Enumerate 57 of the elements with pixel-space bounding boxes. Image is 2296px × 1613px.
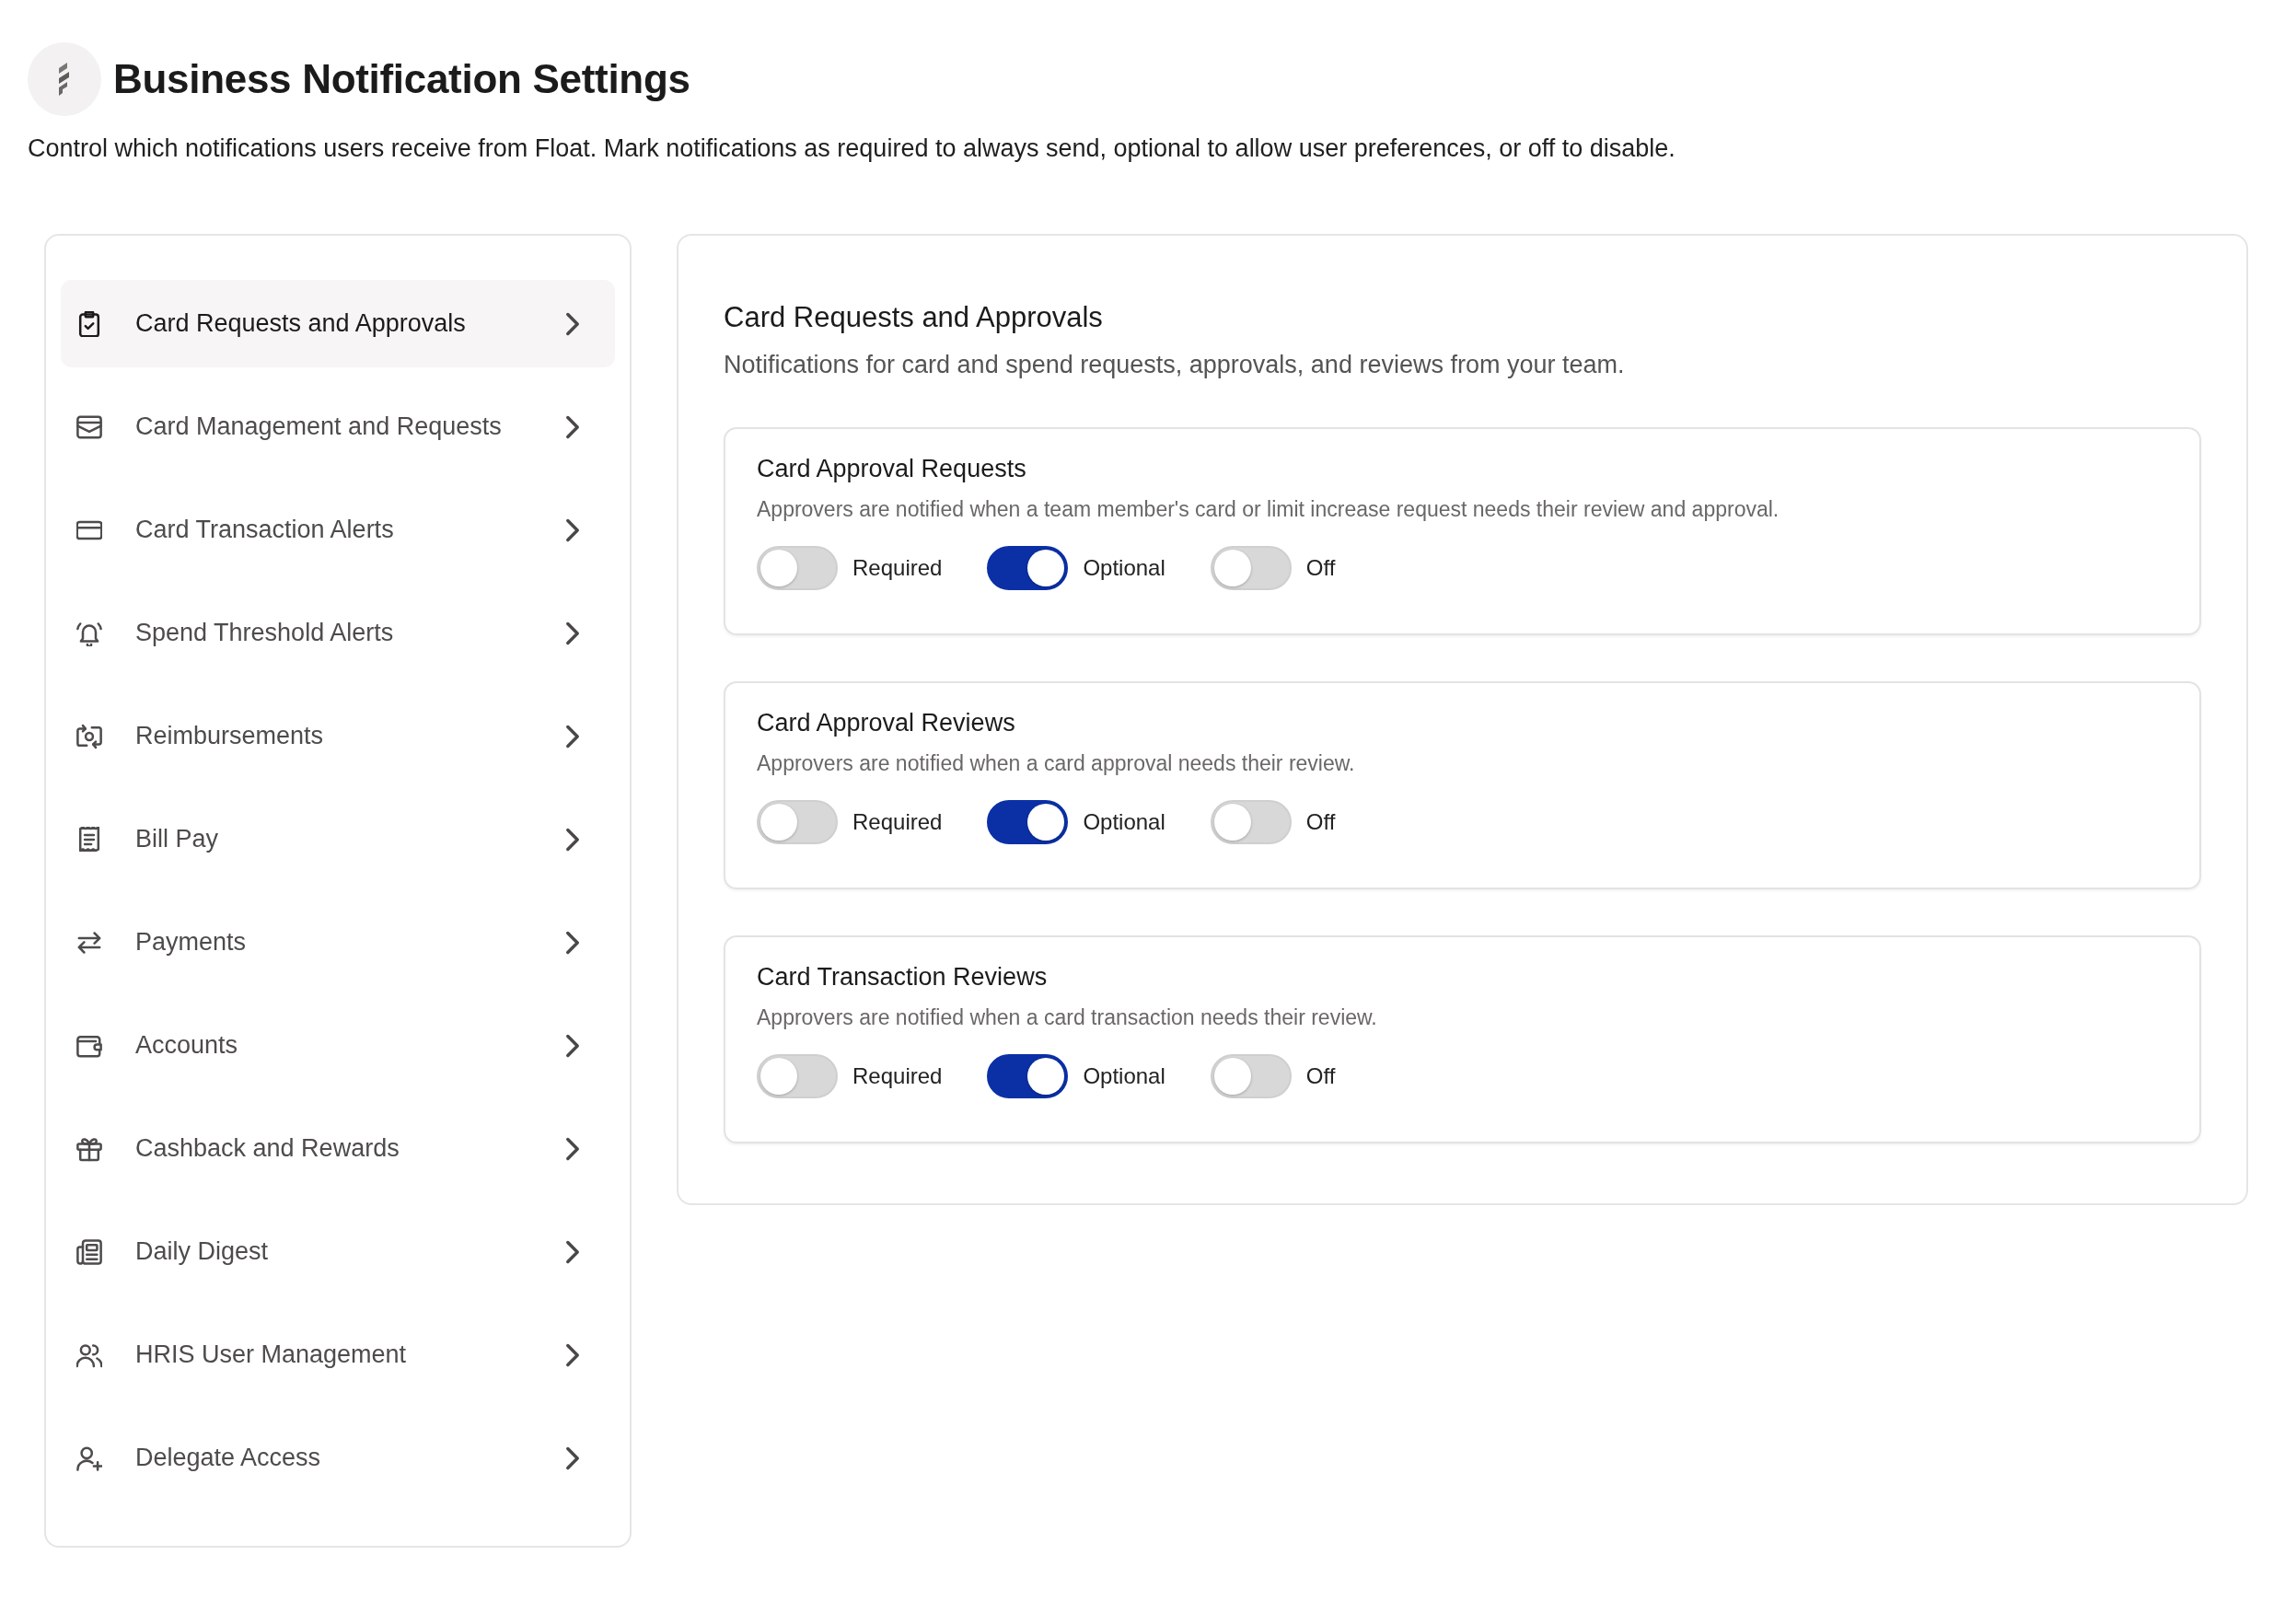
toggle-label: Optional bbox=[1083, 808, 1165, 836]
section-title: Card Requests and Approvals bbox=[724, 300, 1104, 335]
toggle-label: Off bbox=[1305, 1062, 1336, 1090]
sidebar-item[interactable]: Card Transaction Alerts bbox=[61, 486, 615, 574]
notification-title: Card Approval Requests bbox=[757, 454, 1027, 483]
sidebar-item[interactable]: Accounts bbox=[61, 1002, 615, 1089]
toggle-label: Required bbox=[852, 808, 943, 836]
chevron-right-icon bbox=[563, 311, 582, 336]
notification-description: Approvers are notified when a card approval needs their review. bbox=[757, 750, 1356, 777]
page-title: Business Notification Settings bbox=[113, 55, 690, 103]
sidebar-item[interactable]: Spend Threshold Alerts bbox=[61, 589, 615, 677]
sidebar-item[interactable]: Card Management and Requests bbox=[61, 383, 615, 470]
section-description: Notifications for card and spend requests, approvals, and reviews from your team. bbox=[724, 350, 1626, 380]
newspaper-icon bbox=[76, 1238, 102, 1265]
chevron-right-icon bbox=[563, 827, 582, 852]
toggle-label: Off bbox=[1305, 554, 1336, 582]
sidebar-item[interactable]: Card Requests and Approvals bbox=[61, 280, 615, 367]
toggle-label: Optional bbox=[1083, 554, 1165, 582]
chevron-right-icon bbox=[563, 1342, 582, 1367]
notification-description: Approvers are notified when a team member's card or limit increase request needs their review and approval. bbox=[757, 496, 1780, 523]
toggle-label: Off bbox=[1305, 808, 1336, 836]
toggle-switch[interactable] bbox=[987, 1054, 1069, 1098]
envelope-icon bbox=[76, 413, 102, 440]
cash-refresh-icon bbox=[76, 723, 102, 749]
bell-icon bbox=[76, 620, 102, 646]
chevron-right-icon bbox=[563, 1445, 582, 1470]
logo-icon bbox=[28, 42, 101, 116]
toggle-label: Required bbox=[852, 554, 943, 582]
chevron-right-icon bbox=[563, 1033, 582, 1058]
sidebar-item[interactable]: Bill Pay bbox=[61, 795, 615, 883]
swap-arrows-icon bbox=[76, 929, 102, 956]
notification-title: Card Transaction Reviews bbox=[757, 962, 1049, 992]
notification-title: Card Approval Reviews bbox=[757, 708, 1016, 737]
chevron-right-icon bbox=[563, 1239, 582, 1264]
users-icon bbox=[76, 1341, 102, 1368]
chevron-right-icon bbox=[563, 724, 582, 748]
toggle-label: Optional bbox=[1083, 1062, 1165, 1090]
sidebar-item[interactable]: Reimbursements bbox=[61, 692, 615, 780]
sidebar-item[interactable]: Payments bbox=[61, 899, 615, 986]
sidebar-item[interactable]: Cashback and Rewards bbox=[61, 1105, 615, 1192]
chevron-right-icon bbox=[563, 1136, 582, 1161]
chevron-right-icon bbox=[563, 930, 582, 955]
chevron-right-icon bbox=[563, 414, 582, 439]
chevron-right-icon bbox=[563, 621, 582, 645]
chevron-right-icon bbox=[563, 517, 582, 542]
sidebar-item[interactable]: Daily Digest bbox=[61, 1208, 615, 1295]
sidebar-item[interactable]: HRIS User Management bbox=[61, 1311, 615, 1398]
page-description: Control which notifications users receive from Float. Mark notifications as required to always send, optional to allow user preferences, or off to disable. bbox=[28, 133, 1676, 164]
sidebar-item[interactable]: Delegate Access bbox=[61, 1414, 615, 1502]
toggle-label: Required bbox=[852, 1062, 943, 1090]
toggle-switch[interactable] bbox=[987, 546, 1069, 590]
toggle-switch[interactable] bbox=[987, 800, 1069, 844]
notification-description: Approvers are notified when a card transaction needs their review. bbox=[757, 1004, 1378, 1031]
clipboard-check-icon bbox=[76, 310, 102, 337]
gift-icon bbox=[76, 1135, 102, 1162]
user-plus-icon bbox=[76, 1445, 102, 1471]
receipt-icon bbox=[76, 826, 102, 853]
